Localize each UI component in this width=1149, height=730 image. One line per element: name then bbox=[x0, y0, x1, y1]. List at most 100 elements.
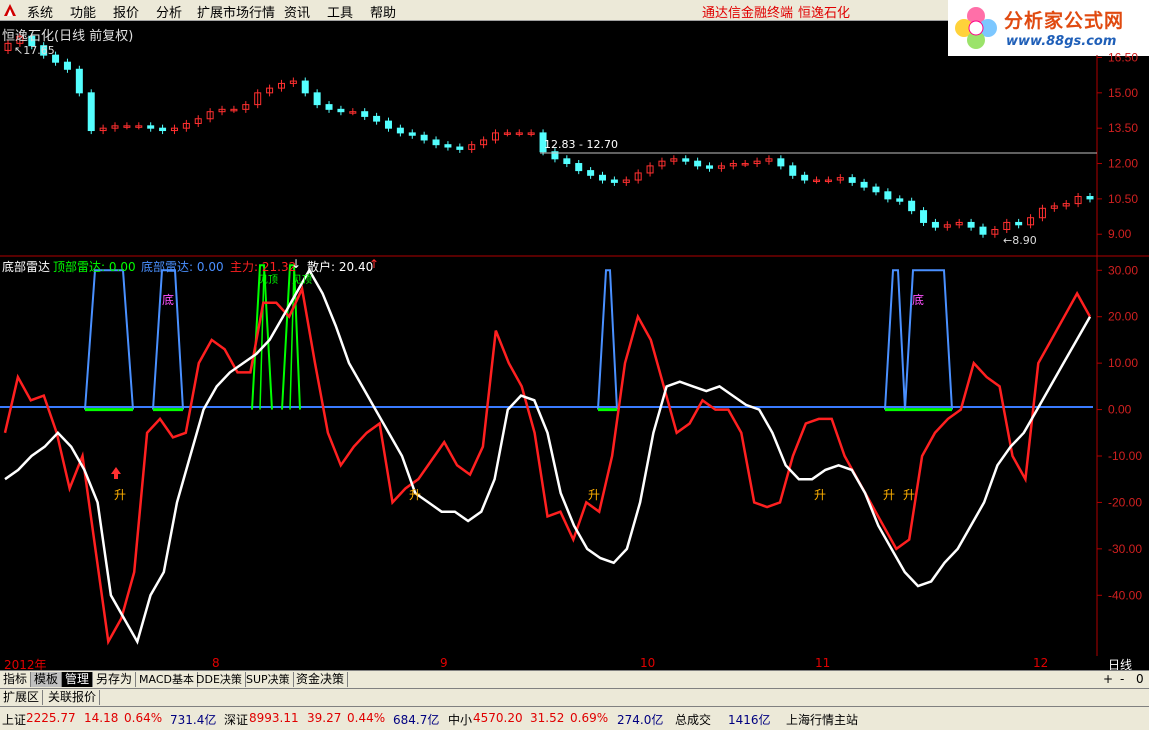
tab-macd[interactable]: MACD基本 bbox=[136, 672, 198, 687]
sh-index-amount: 731.4亿 bbox=[170, 713, 217, 727]
tab-related-quote[interactable]: 关联报价 bbox=[45, 690, 101, 705]
sz-index-value: 8993.11 bbox=[249, 711, 299, 725]
candle-body bbox=[896, 198, 904, 202]
stock-chart-svg[interactable]: 16.50 15.00 13.50 12.00 10.50 9.00 30.00 20.00… bbox=[0, 21, 1149, 656]
candle-body bbox=[1015, 221, 1023, 226]
chart-area[interactable]: 16.50 15.00 13.50 12.00 10.50 9.00 30.00 20.00… bbox=[0, 21, 1149, 656]
rise-marker: 升 bbox=[903, 488, 915, 502]
candle-body bbox=[931, 221, 939, 228]
sz-index-change: 39.27 bbox=[307, 711, 342, 725]
price-y-axis: 16.50 15.00 13.50 12.00 10.50 9.00 bbox=[1097, 50, 1138, 241]
range-label: 12.83 - 12.70 bbox=[544, 138, 618, 151]
menu-help[interactable]: 帮助 bbox=[370, 2, 396, 21]
tab-indicator[interactable]: 指标 bbox=[0, 672, 32, 687]
zx-index-change: 31.52 bbox=[530, 711, 565, 725]
indicator-tick-label: 0.00 bbox=[1108, 403, 1132, 417]
bottom-radar-shape bbox=[884, 269, 906, 410]
price-tick-label: 12.00 bbox=[1108, 157, 1138, 171]
down-arrow-icon: ↓ bbox=[291, 257, 302, 271]
candle-body bbox=[456, 146, 464, 150]
tab-extension-area[interactable]: 扩展区 bbox=[0, 690, 44, 705]
indicator-y-axis: 30.00 20.00 10.00 0.00 -10.00 -20.00 -30.00 -40… bbox=[1097, 263, 1142, 602]
top-label-2: 见顶 bbox=[292, 275, 312, 286]
red-up-arrow-icon: ↑ bbox=[369, 257, 380, 271]
candle-body bbox=[706, 165, 714, 169]
candle-body bbox=[979, 226, 987, 235]
menu-function[interactable]: 功能 bbox=[70, 2, 96, 21]
indicator-tick-label: 10.00 bbox=[1108, 356, 1138, 370]
bottom-label-2: 底 bbox=[912, 293, 925, 307]
candle-body bbox=[610, 179, 618, 183]
candle-body bbox=[1086, 196, 1094, 200]
sh-index-change: 14.18 bbox=[84, 711, 119, 725]
candle-body bbox=[361, 111, 369, 117]
candle-body bbox=[432, 139, 440, 146]
date-axis: 2012年 8 9 10 11 12 日线 bbox=[0, 656, 1149, 672]
sz-index-pct: 0.44% bbox=[347, 711, 386, 725]
legend-retail: 散户: 20.40 bbox=[307, 260, 374, 274]
sz-index-name[interactable]: 深证 bbox=[224, 711, 248, 728]
candle-body bbox=[575, 163, 583, 172]
candle-body bbox=[373, 115, 381, 122]
candle-body bbox=[301, 80, 309, 94]
price-tick-label: 13.50 bbox=[1108, 121, 1138, 135]
menu-ext-market[interactable]: 扩展市场行情 bbox=[197, 2, 275, 21]
price-tick-label: 10.50 bbox=[1108, 192, 1138, 206]
zoom-out-button[interactable]: - bbox=[1117, 672, 1127, 687]
top-radar-shape bbox=[289, 270, 295, 410]
tab-dde[interactable]: DDE决策 bbox=[193, 672, 246, 687]
candle-body bbox=[63, 61, 71, 70]
date-label-9: 9 bbox=[440, 656, 448, 670]
tab-manage[interactable]: 管理 bbox=[62, 672, 94, 687]
menu-tools[interactable]: 工具 bbox=[327, 2, 353, 21]
indicator-tick-label: 30.00 bbox=[1108, 263, 1138, 277]
legend-top-radar: 顶部雷达: 0.00 bbox=[53, 260, 136, 274]
date-label-11: 11 bbox=[815, 656, 831, 670]
candle-body bbox=[75, 68, 83, 94]
formula-tabs: 指标 模板 管理 另存为 MACD基本 DDE决策 SUP决策 资金决策 + -… bbox=[0, 670, 1149, 689]
sh-index-name[interactable]: 上证 bbox=[2, 711, 26, 728]
candle-body bbox=[587, 170, 595, 176]
bottom-radar-shape bbox=[84, 269, 134, 410]
indicator-tick-label: 20.00 bbox=[1108, 310, 1138, 324]
candle-body bbox=[159, 127, 167, 132]
candle-body bbox=[337, 108, 345, 113]
candle-body bbox=[408, 132, 416, 136]
server-name[interactable]: 上海行情主站 bbox=[786, 711, 858, 728]
tab-sup[interactable]: SUP决策 bbox=[243, 672, 294, 687]
candle-body bbox=[860, 181, 868, 188]
price-tick-label: 16.50 bbox=[1108, 50, 1138, 64]
tab-fund[interactable]: 资金决策 bbox=[293, 672, 349, 687]
tab-template[interactable]: 模板 bbox=[31, 672, 63, 687]
app-logo-icon bbox=[4, 4, 16, 16]
candle-body bbox=[884, 191, 892, 200]
candle-body bbox=[967, 221, 975, 228]
zx-index-name[interactable]: 中小 bbox=[448, 711, 472, 728]
rise-marker: 升 bbox=[814, 488, 826, 502]
chart-title: 恒逸石化(日线 前复权) bbox=[2, 29, 134, 44]
menu-quote[interactable]: 报价 bbox=[113, 2, 139, 21]
candle-body bbox=[384, 120, 392, 129]
total-volume-label: 总成交 bbox=[675, 713, 712, 727]
sh-index-pct: 0.64% bbox=[124, 711, 163, 725]
candle-body bbox=[444, 144, 452, 148]
sz-index-amount: 684.7亿 bbox=[393, 713, 440, 727]
candle-body bbox=[777, 158, 785, 167]
bottom-label-1: 底 bbox=[162, 293, 175, 307]
main-force-line bbox=[3, 284, 1092, 646]
candle-body bbox=[801, 174, 809, 181]
menu-news[interactable]: 资讯 bbox=[284, 2, 310, 21]
rise-markers: 升升升升升升 bbox=[114, 488, 915, 502]
menu-system[interactable]: 系统 bbox=[27, 2, 53, 21]
reset-button[interactable]: 0 bbox=[1133, 672, 1147, 687]
indicator-tick-label: -40.00 bbox=[1108, 588, 1142, 602]
candle-body bbox=[563, 158, 571, 165]
tdx-terminal-link[interactable]: 通达信金融终端 bbox=[702, 2, 793, 21]
price-tick-label: 9.00 bbox=[1108, 227, 1132, 241]
stock-name-link[interactable]: 恒逸石化 bbox=[798, 2, 850, 21]
menu-analysis[interactable]: 分析 bbox=[156, 2, 182, 21]
zoom-in-button[interactable]: + bbox=[1100, 672, 1116, 687]
candle-body bbox=[325, 104, 333, 110]
tab-save-as[interactable]: 另存为 bbox=[93, 672, 137, 687]
rise-marker: 升 bbox=[409, 488, 421, 502]
